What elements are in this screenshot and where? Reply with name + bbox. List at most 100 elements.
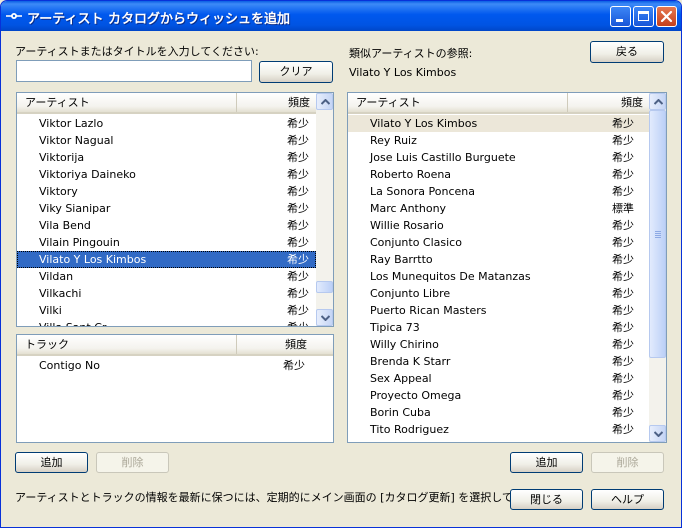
scroll-down-button[interactable]	[649, 425, 666, 442]
list-item[interactable]: Conjunto Clasico 希少	[348, 234, 649, 251]
clear-button[interactable]: クリア	[259, 61, 333, 83]
list-item-name: Vilkachi	[39, 287, 82, 300]
list-item[interactable]: Sex Appeal 希少	[348, 370, 649, 387]
list-item[interactable]: Vila Bend 希少	[17, 217, 316, 234]
list-item[interactable]: Vildan 希少	[17, 268, 316, 285]
list-item[interactable]: Ray Barrtto 希少	[348, 251, 649, 268]
delete-similar-button[interactable]: 削除	[591, 452, 664, 473]
scroll-thumb[interactable]	[316, 281, 333, 293]
list-item[interactable]: La Sonora Poncena 希少	[348, 183, 649, 200]
list-item-frequency: 希少	[283, 359, 305, 372]
list-item-name: Vila Bend	[39, 219, 91, 232]
artist-list[interactable]: アーティスト 頻度 Viktor Lazlo 希少 Viktor Nagual 希少 V…	[16, 92, 334, 327]
list-item[interactable]: Willie Rosario 希少	[348, 217, 649, 234]
artist-list-scrollbar[interactable]	[316, 93, 333, 326]
list-item[interactable]: Conjunto Libre 希少	[348, 285, 649, 302]
list-item-name: Viktoriya Daineko	[39, 168, 136, 181]
list-item-name: Rey Ruiz	[370, 134, 417, 147]
similar-list-scrollbar[interactable]	[649, 93, 666, 442]
scroll-up-button[interactable]	[649, 93, 666, 110]
list-item-frequency: 希少	[287, 151, 309, 164]
list-item-name: Los Munequitos De Matanzas	[370, 270, 531, 283]
search-input[interactable]	[16, 60, 252, 82]
list-item-frequency: 希少	[287, 202, 309, 215]
column-header-frequency[interactable]: 頻度	[236, 93, 316, 112]
add-similar-button[interactable]: 追加	[510, 452, 583, 473]
list-item[interactable]: Viky Sianipar 希少	[17, 200, 316, 217]
search-label: アーティストまたはタイトルを入力してください:	[15, 45, 259, 58]
list-item-frequency: 希少	[612, 406, 634, 419]
list-item-frequency: 希少	[612, 253, 634, 266]
chevron-up-icon	[654, 99, 663, 105]
list-item-frequency: 希少	[612, 219, 634, 232]
list-item-name: Tito Rodriguez	[370, 423, 449, 436]
list-item-frequency: 希少	[287, 134, 309, 147]
list-item-name: Roberto Roena	[370, 168, 452, 181]
minimize-icon	[616, 19, 623, 22]
close-button[interactable]: 閉じる	[510, 489, 583, 510]
back-button[interactable]: 戻る	[590, 41, 664, 63]
list-item-frequency: 希少	[612, 117, 634, 130]
list-item-frequency: 希少	[287, 287, 309, 300]
list-item[interactable]: Borin Cuba 希少	[348, 404, 649, 421]
list-item[interactable]: Viktor Nagual 希少	[17, 132, 316, 149]
list-item[interactable]: Vilain Pingouin 希少	[17, 234, 316, 251]
list-item-frequency: 希少	[612, 134, 634, 147]
dialog-window: アーティスト カタログからウィッシュを追加 アーティストまたはタイトルを入力して…	[0, 0, 682, 528]
list-item-frequency: 希少	[612, 389, 634, 402]
list-item-name: Conjunto Libre	[370, 287, 451, 300]
scroll-down-button[interactable]	[316, 309, 333, 326]
list-item[interactable]: Viktory 希少	[17, 183, 316, 200]
list-item[interactable]: Proyecto Omega 希少	[348, 387, 649, 404]
scroll-up-button[interactable]	[316, 93, 333, 110]
list-item[interactable]: Vilkachi 希少	[17, 285, 316, 302]
list-item[interactable]: Marc Anthony 標準	[348, 200, 649, 217]
list-item[interactable]: Los Munequitos De Matanzas 希少	[348, 268, 649, 285]
list-item-name: Viky Sianipar	[39, 202, 111, 215]
help-button[interactable]: ヘルプ	[591, 489, 664, 510]
list-item-name: Ray Barrtto	[370, 253, 433, 266]
title-bar[interactable]: アーティスト カタログからウィッシュを追加	[1, 1, 681, 31]
list-item[interactable]: Brenda K Starr 希少	[348, 353, 649, 370]
list-item[interactable]: Roberto Roena 希少	[348, 166, 649, 183]
list-item[interactable]: Vilato Y Los Kimbos 希少	[348, 115, 649, 132]
list-item[interactable]: Viktor Lazlo 希少	[17, 115, 316, 132]
list-item[interactable]: Jose Luis Castillo Burguete 希少	[348, 149, 649, 166]
list-item[interactable]: Vilato Y Los Kimbos 希少	[17, 251, 316, 268]
similar-artist-list[interactable]: アーティスト 頻度 Vilato Y Los Kimbos 希少 Rey Ruiz 希…	[347, 92, 667, 443]
list-item-name: Borin Cuba	[370, 406, 431, 419]
list-item-frequency: 希少	[612, 338, 634, 351]
list-item-name: Willie Rosario	[370, 219, 444, 232]
list-item[interactable]: Villa Sant Cr... 希少	[17, 319, 316, 326]
chevron-down-icon	[654, 431, 663, 437]
list-item[interactable]: Viktoriya Daineko 希少	[17, 166, 316, 183]
close-window-button[interactable]	[656, 6, 677, 27]
list-item[interactable]: Rey Ruiz 希少	[348, 132, 649, 149]
list-item[interactable]: Puerto Rican Masters 希少	[348, 302, 649, 319]
list-item[interactable]: Vilki 希少	[17, 302, 316, 319]
column-header-similar-frequency[interactable]: 頻度	[567, 93, 649, 112]
column-header-artist[interactable]: アーティスト	[17, 93, 236, 112]
list-item[interactable]: Tipica 73 希少	[348, 319, 649, 336]
list-item[interactable]: Contigo No 希少	[17, 357, 333, 374]
footer-hint: アーティストとトラックの情報を最新に保つには、定期的にメイン画面の [カタログ更…	[15, 491, 568, 504]
add-track-button[interactable]: 追加	[15, 452, 88, 473]
list-item-frequency: 希少	[287, 219, 309, 232]
list-item[interactable]: Willy Chirino 希少	[348, 336, 649, 353]
minimize-button[interactable]	[610, 6, 631, 27]
list-item[interactable]: Viktorija 希少	[17, 149, 316, 166]
column-header-track[interactable]: トラック	[17, 335, 236, 354]
column-header-track-frequency[interactable]: 頻度	[236, 335, 333, 354]
list-item-name: Jose Luis Castillo Burguete	[370, 151, 516, 164]
list-item-frequency: 希少	[612, 423, 634, 436]
track-list[interactable]: トラック 頻度 Contigo No 希少	[16, 334, 334, 443]
column-header-similar-artist[interactable]: アーティスト	[348, 93, 567, 112]
artist-list-header: アーティスト 頻度	[17, 93, 316, 114]
maximize-button[interactable]	[633, 6, 654, 27]
scroll-thumb[interactable]	[649, 110, 666, 358]
similar-label: 類似アーティストの参照:	[349, 47, 473, 60]
list-item[interactable]: Tito Rodriguez 希少	[348, 421, 649, 438]
list-item-frequency: 希少	[287, 168, 309, 181]
delete-track-button[interactable]: 削除	[96, 452, 169, 473]
list-item-name: Vilato Y Los Kimbos	[370, 117, 478, 130]
